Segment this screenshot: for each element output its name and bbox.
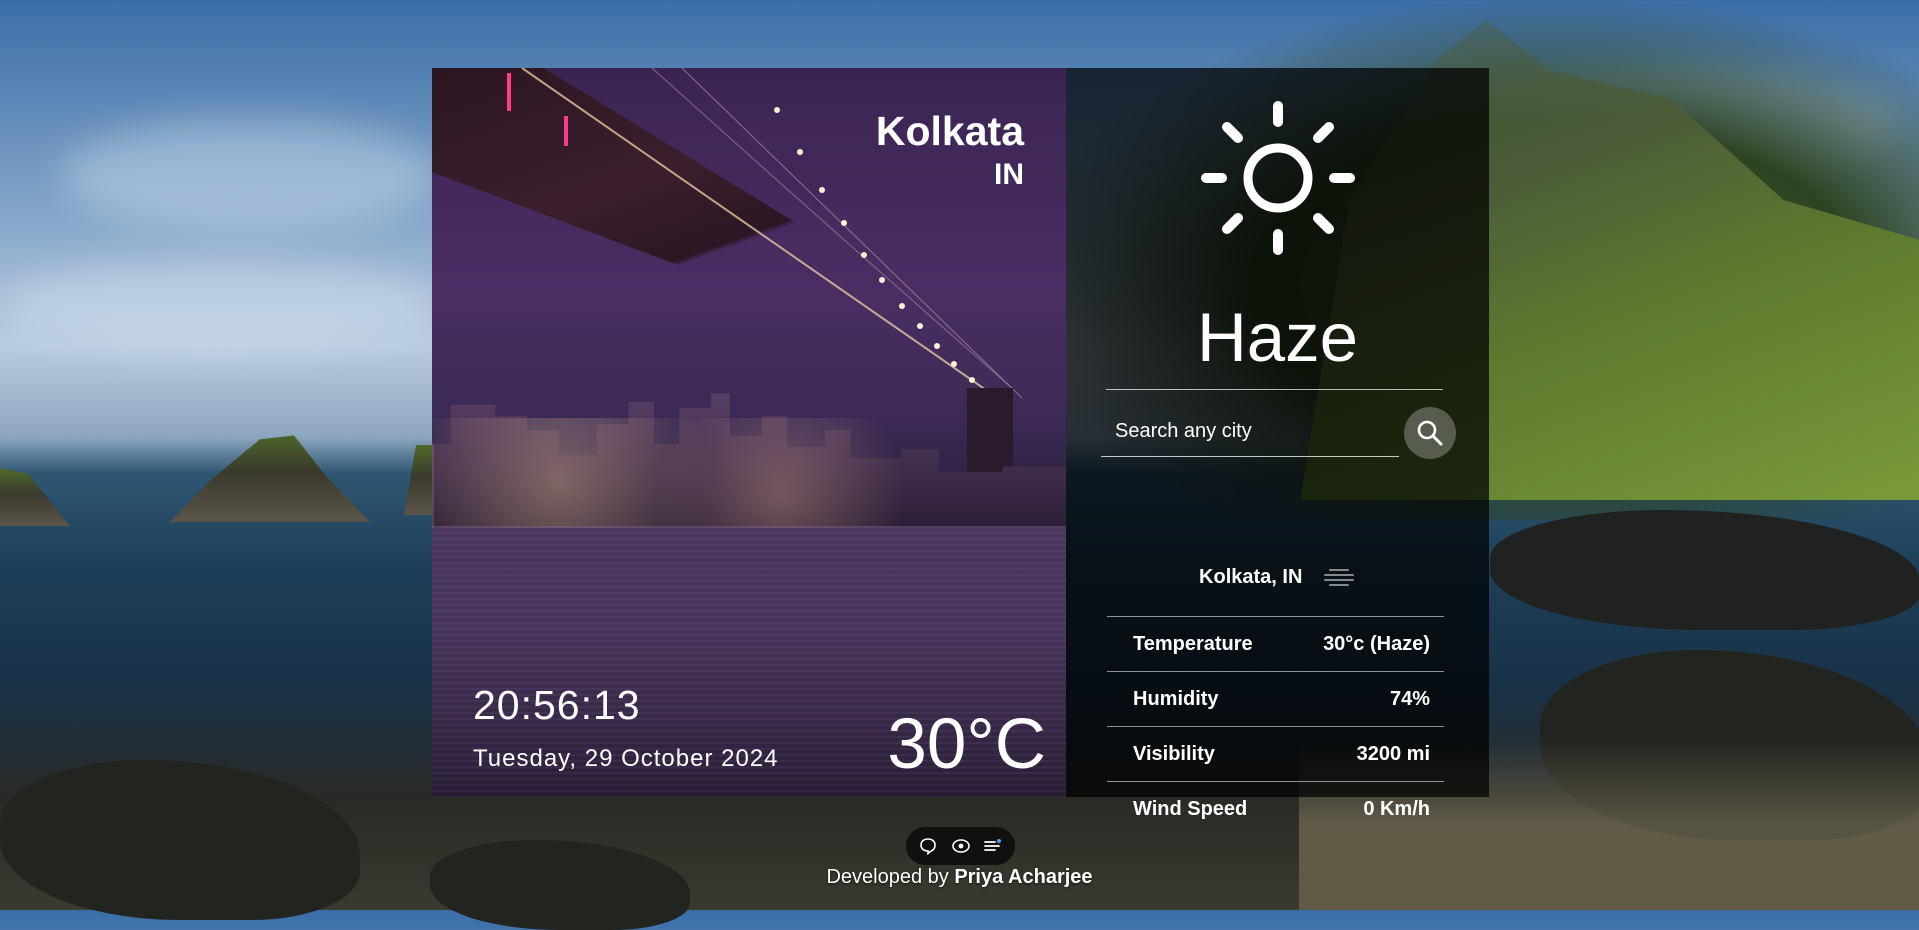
detail-value: 3200 mi — [1356, 742, 1430, 765]
detail-label: Visibility — [1133, 742, 1215, 765]
search-input[interactable] — [1101, 407, 1399, 457]
current-time: 20:56:13 — [473, 682, 641, 728]
chat-icon[interactable] — [918, 836, 938, 856]
location-summary: Kolkata, IN — [1066, 566, 1489, 589]
city-photo-panel: Kolkata IN 20:56:13 Tuesday, 29 October … — [432, 68, 1066, 797]
weather-details-panel: Haze Kolkata, IN — [1066, 68, 1489, 820]
detail-row-humidity: Humidity 74% — [1107, 671, 1444, 726]
search-bar — [1101, 407, 1456, 463]
detail-value: 0 Km/h — [1363, 797, 1430, 820]
floating-toolbar — [906, 827, 1015, 865]
divider — [1106, 389, 1443, 390]
haze-icon — [1323, 568, 1354, 586]
sun-icon — [1201, 101, 1355, 255]
detail-value: 30°c (Haze) — [1323, 632, 1430, 655]
search-button[interactable] — [1404, 407, 1456, 459]
weather-details-list: Temperature 30°c (Haze) Humidity 74% Vis… — [1107, 616, 1444, 836]
city-name: Kolkata — [875, 108, 1024, 154]
detail-row-visibility: Visibility 3200 mi — [1107, 726, 1444, 781]
current-temperature: 30°C — [887, 705, 1046, 784]
search-icon — [1417, 420, 1443, 446]
detail-label: Temperature — [1133, 632, 1253, 655]
list-icon[interactable] — [983, 836, 1003, 856]
eye-icon[interactable] — [951, 836, 971, 856]
location-label: Kolkata, IN — [1199, 566, 1303, 588]
weather-card: Kolkata IN 20:56:13 Tuesday, 29 October … — [432, 68, 1489, 820]
country-code: IN — [994, 158, 1024, 191]
current-date: Tuesday, 29 October 2024 — [473, 745, 779, 772]
detail-value: 74% — [1389, 687, 1430, 710]
footer-author: Priya Acharjee — [954, 866, 1093, 888]
footer-credit: Developed by Priya Acharjee — [0, 866, 1919, 889]
weather-condition: Haze — [1196, 299, 1359, 376]
detail-row-temperature: Temperature 30°c (Haze) — [1107, 616, 1444, 671]
detail-label: Humidity — [1133, 687, 1219, 710]
footer-prefix: Developed by — [826, 866, 949, 888]
detail-row-wind-speed: Wind Speed 0 Km/h — [1107, 781, 1444, 836]
detail-label: Wind Speed — [1133, 797, 1248, 820]
